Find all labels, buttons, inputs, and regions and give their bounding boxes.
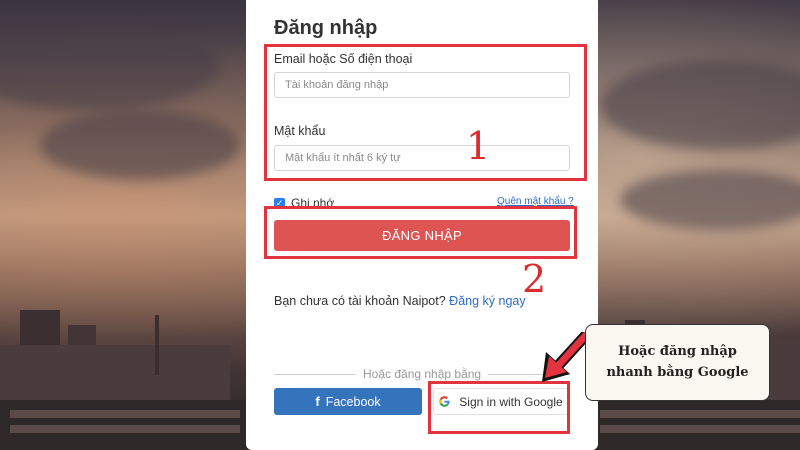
highlight-box-google bbox=[428, 381, 570, 434]
arrow-icon bbox=[542, 332, 590, 382]
register-link[interactable]: Đăng ký ngay bbox=[449, 294, 525, 308]
highlight-box-login-button bbox=[264, 206, 577, 259]
social-divider-text: Hoặc đăng nhập bằng bbox=[363, 367, 482, 381]
no-account-text: Bạn chưa có tài khoản Naipot? bbox=[274, 294, 446, 308]
facebook-icon: f bbox=[315, 394, 320, 409]
facebook-label: Facebook bbox=[325, 394, 381, 409]
step-number-2: 2 bbox=[522, 257, 547, 301]
step-number-1: 1 bbox=[466, 124, 491, 168]
facebook-login-button[interactable]: f Facebook bbox=[274, 388, 422, 415]
highlight-box-credentials bbox=[264, 44, 587, 181]
page-title: Đăng nhập bbox=[274, 17, 378, 39]
signup-prompt: Bạn chưa có tài khoản Naipot? Đăng ký ng… bbox=[274, 294, 526, 308]
divider-line-left bbox=[274, 374, 356, 375]
callout-box: Hoặc đăng nhập nhanh bằng Google bbox=[585, 324, 770, 401]
